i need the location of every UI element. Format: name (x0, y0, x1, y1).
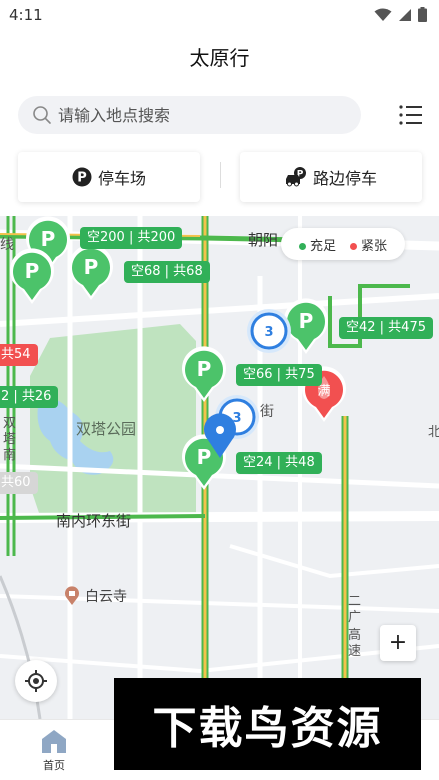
signal-icon (399, 8, 411, 21)
parking-badge[interactable]: 空68 | 共68 (124, 261, 210, 283)
legend-dot-red (350, 242, 357, 250)
legend-sufficient: 充足 (298, 235, 336, 254)
cluster-marker[interactable]: 3 (246, 308, 292, 354)
svg-text:P: P (25, 259, 40, 283)
search-bar[interactable] (18, 96, 361, 134)
tab-parking-lot-label: 停车场 (97, 169, 146, 188)
crosshair-icon (25, 670, 47, 692)
roadside-car-icon: P (285, 167, 306, 187)
battery-icon (418, 7, 427, 22)
map-view[interactable]: P P P P P P 满 3 3 空200 | 共200 空68 | 共68 … (0, 216, 439, 719)
nav-home-label: 首页 (43, 759, 65, 772)
road-label: 高速 (348, 628, 362, 659)
poi-temple-icon (65, 586, 79, 605)
road-label: 二广 (348, 594, 362, 625)
current-location-icon (204, 413, 236, 458)
parking-pin[interactable]: P (8, 248, 56, 306)
parking-badge[interactable]: 共60 (0, 472, 38, 494)
search-input[interactable] (58, 105, 338, 125)
road-label: 南内环东街 (56, 512, 132, 530)
full-label: 满 (317, 384, 330, 399)
legend-label: 紧张 (361, 238, 388, 254)
nav-home[interactable]: 首页 (14, 728, 94, 773)
svg-text:P: P (197, 357, 212, 381)
legend-tight: 紧张 (350, 235, 387, 254)
status-icons (374, 7, 427, 22)
svg-text:P: P (77, 171, 87, 186)
parking-badge[interactable]: 空24 | 共48 (236, 452, 322, 474)
parking-badge[interactable]: 空66 | 共75 (236, 364, 322, 386)
parking-pin[interactable]: P (67, 244, 115, 302)
map-legend: 充足 紧张 (281, 228, 405, 260)
zoom-in-button[interactable]: + (380, 625, 416, 661)
tab-parking-lot[interactable]: P 停车场 (18, 152, 200, 202)
cluster-count: 3 (264, 325, 273, 340)
tab-divider (220, 162, 221, 188)
wifi-icon (374, 8, 392, 21)
svg-text:P: P (299, 309, 314, 333)
place-label-park: 双塔公园 (76, 420, 137, 438)
status-time: 4:11 (9, 6, 43, 24)
place-label-temple: 白云寺 (85, 589, 127, 605)
status-bar: 4:11 (0, 0, 439, 30)
svg-text:P: P (84, 255, 99, 279)
parking-p-icon: P (72, 167, 92, 187)
home-icon (42, 730, 66, 753)
watermark-overlay: 下载鸟资源 (114, 678, 421, 770)
parking-badge[interactable]: 2 | 共26 (0, 386, 59, 408)
watermark-text: 下载鸟资源 (152, 703, 383, 754)
locate-button[interactable] (15, 660, 57, 702)
place-label: 双塔南 (3, 416, 17, 463)
legend-label: 充足 (309, 238, 336, 254)
tab-roadside-parking-label: 路边停车 (312, 169, 377, 188)
list-menu-icon[interactable] (398, 102, 424, 128)
search-icon (33, 106, 51, 124)
parking-badge[interactable]: 共54 (0, 344, 38, 366)
parking-badge[interactable]: 空200 | 共200 (80, 227, 183, 249)
road-label: 朝阳 (248, 231, 279, 249)
road-label: 线 (0, 237, 14, 253)
tab-roadside-parking[interactable]: P 路边停车 (240, 152, 422, 202)
page-title: 太原行 (189, 46, 250, 70)
parking-badge[interactable]: 空42 | 共475 (339, 317, 433, 339)
road-label: 街 (260, 404, 274, 420)
road-label: 北 (428, 425, 439, 440)
legend-dot-green (298, 242, 306, 250)
